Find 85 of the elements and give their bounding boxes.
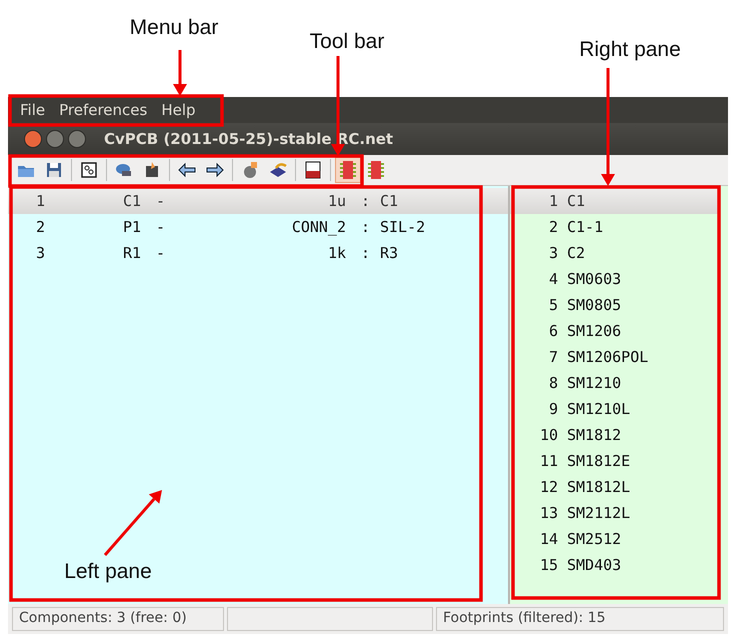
status-text: Footprints (filtered): 15 [436, 607, 724, 631]
colon-text: : [360, 192, 370, 210]
footprint-row[interactable]: 2 C1-1 [510, 214, 720, 240]
component-row[interactable]: 1 C1 - 1u : C1 [8, 188, 508, 214]
footprint-name: SMD403 [567, 556, 622, 574]
menu-item[interactable]: File [20, 101, 46, 119]
value-text: CONN_2 [290, 218, 346, 236]
row-number: 1 [548, 192, 558, 210]
annotation-label: Left pane [64, 560, 152, 584]
annotation-label: Menu bar [130, 16, 218, 40]
row-number: 14 [538, 530, 558, 548]
footprint-name: SM1812E [567, 452, 632, 470]
annotation-arrow [173, 50, 187, 96]
row-number: 6 [548, 322, 558, 340]
menu-item[interactable]: Help [161, 101, 196, 119]
chip-view-toggle[interactable] [335, 157, 361, 183]
row-number: 3 [548, 244, 558, 262]
annotation-label: Right pane [579, 38, 681, 62]
separator-text: - [156, 244, 166, 262]
row-number: 9 [548, 400, 558, 418]
row-number: 5 [548, 296, 558, 314]
reference-text: R1 [123, 244, 142, 262]
row-number: 1 [36, 192, 46, 210]
footprint-name: SM1206 [567, 322, 622, 340]
footprint-row[interactable]: 9 SM1210L [510, 396, 720, 422]
colon-text: : [360, 244, 370, 262]
minimize-button[interactable] [46, 130, 64, 148]
component-row[interactable]: 3 R1 - 1k : R3 [8, 240, 508, 266]
footprint-row[interactable]: 13 SM2112L [510, 500, 720, 526]
value-text: 1k [326, 244, 346, 262]
pdf-icon [303, 160, 323, 180]
footprint-row[interactable]: 8 SM1210 [510, 370, 720, 396]
annotation-arrow [104, 490, 162, 556]
footprint-row[interactable]: 5 SM0805 [510, 292, 720, 318]
footprint-name: SM1210L [567, 400, 632, 418]
row-number: 15 [538, 556, 558, 574]
row-number: 10 [538, 426, 558, 444]
separator-text: - [156, 192, 166, 210]
footprint-row[interactable]: 1 C1 [510, 188, 720, 214]
component-row[interactable]: 2 P1 - CONN_2 : SIL-2 [8, 214, 508, 240]
footprint-row[interactable]: 11 SM1812E [510, 448, 720, 474]
row-number: 13 [538, 504, 558, 522]
footprint-name: C1 [567, 192, 586, 210]
footprint-row[interactable]: 15 SMD403 [510, 552, 720, 578]
footprint-row[interactable]: 7 SM1206POL [510, 344, 720, 370]
annotation-label: Tool bar [310, 30, 384, 54]
footprint-name: SM2512 [567, 530, 622, 548]
separator-text: - [156, 218, 166, 236]
footprint-row[interactable]: 6 SM1206 [510, 318, 720, 344]
footprint-name: SM1210 [567, 374, 622, 392]
footprint-name: C2 [567, 244, 586, 262]
footprint-row[interactable]: 10 SM1812 [510, 422, 720, 448]
footprint-name: SM1812 [567, 426, 622, 444]
maximize-button[interactable] [68, 130, 86, 148]
value-text: 1u [326, 192, 346, 210]
footprint-name: SM0603 [567, 270, 622, 288]
footprint-name: SM0805 [567, 296, 622, 314]
menu-item[interactable]: Preferences [59, 101, 148, 119]
footprint-row[interactable]: 3 C2 [510, 240, 720, 266]
row-number: 3 [36, 244, 46, 262]
footprint-text: C1 [379, 192, 400, 210]
row-number: 4 [548, 270, 558, 288]
row-number: 8 [548, 374, 558, 392]
footprint-row[interactable]: 4 SM0603 [510, 266, 720, 292]
status-text: Components: 3 (free: 0) [12, 607, 224, 631]
footprint-name: SM1206POL [567, 348, 650, 366]
reference-text: C1 [123, 192, 142, 210]
colon-text: : [360, 218, 370, 236]
left-arrow-icon [177, 160, 197, 180]
row-number: 2 [548, 218, 558, 236]
footprint-name: C1-1 [567, 218, 604, 236]
footprint-text: R3 [379, 244, 400, 262]
footprint-text: SIL-2 [379, 218, 426, 236]
reference-text: P1 [123, 218, 142, 236]
footprint-name: SM2112L [567, 504, 632, 522]
row-number: 2 [36, 218, 46, 236]
row-number: 12 [538, 478, 558, 496]
close-button[interactable] [24, 130, 42, 148]
row-number: 11 [538, 452, 558, 470]
footprint-name: SM1812L [567, 478, 632, 496]
row-number: 7 [548, 348, 558, 366]
window-title: CvPCB (2011-05-25)-stable RC.net [104, 130, 394, 148]
footprint-row[interactable]: 12 SM1812L [510, 474, 720, 500]
right-arrow-icon [205, 160, 225, 180]
footprint-row[interactable]: 14 SM2512 [510, 526, 720, 552]
